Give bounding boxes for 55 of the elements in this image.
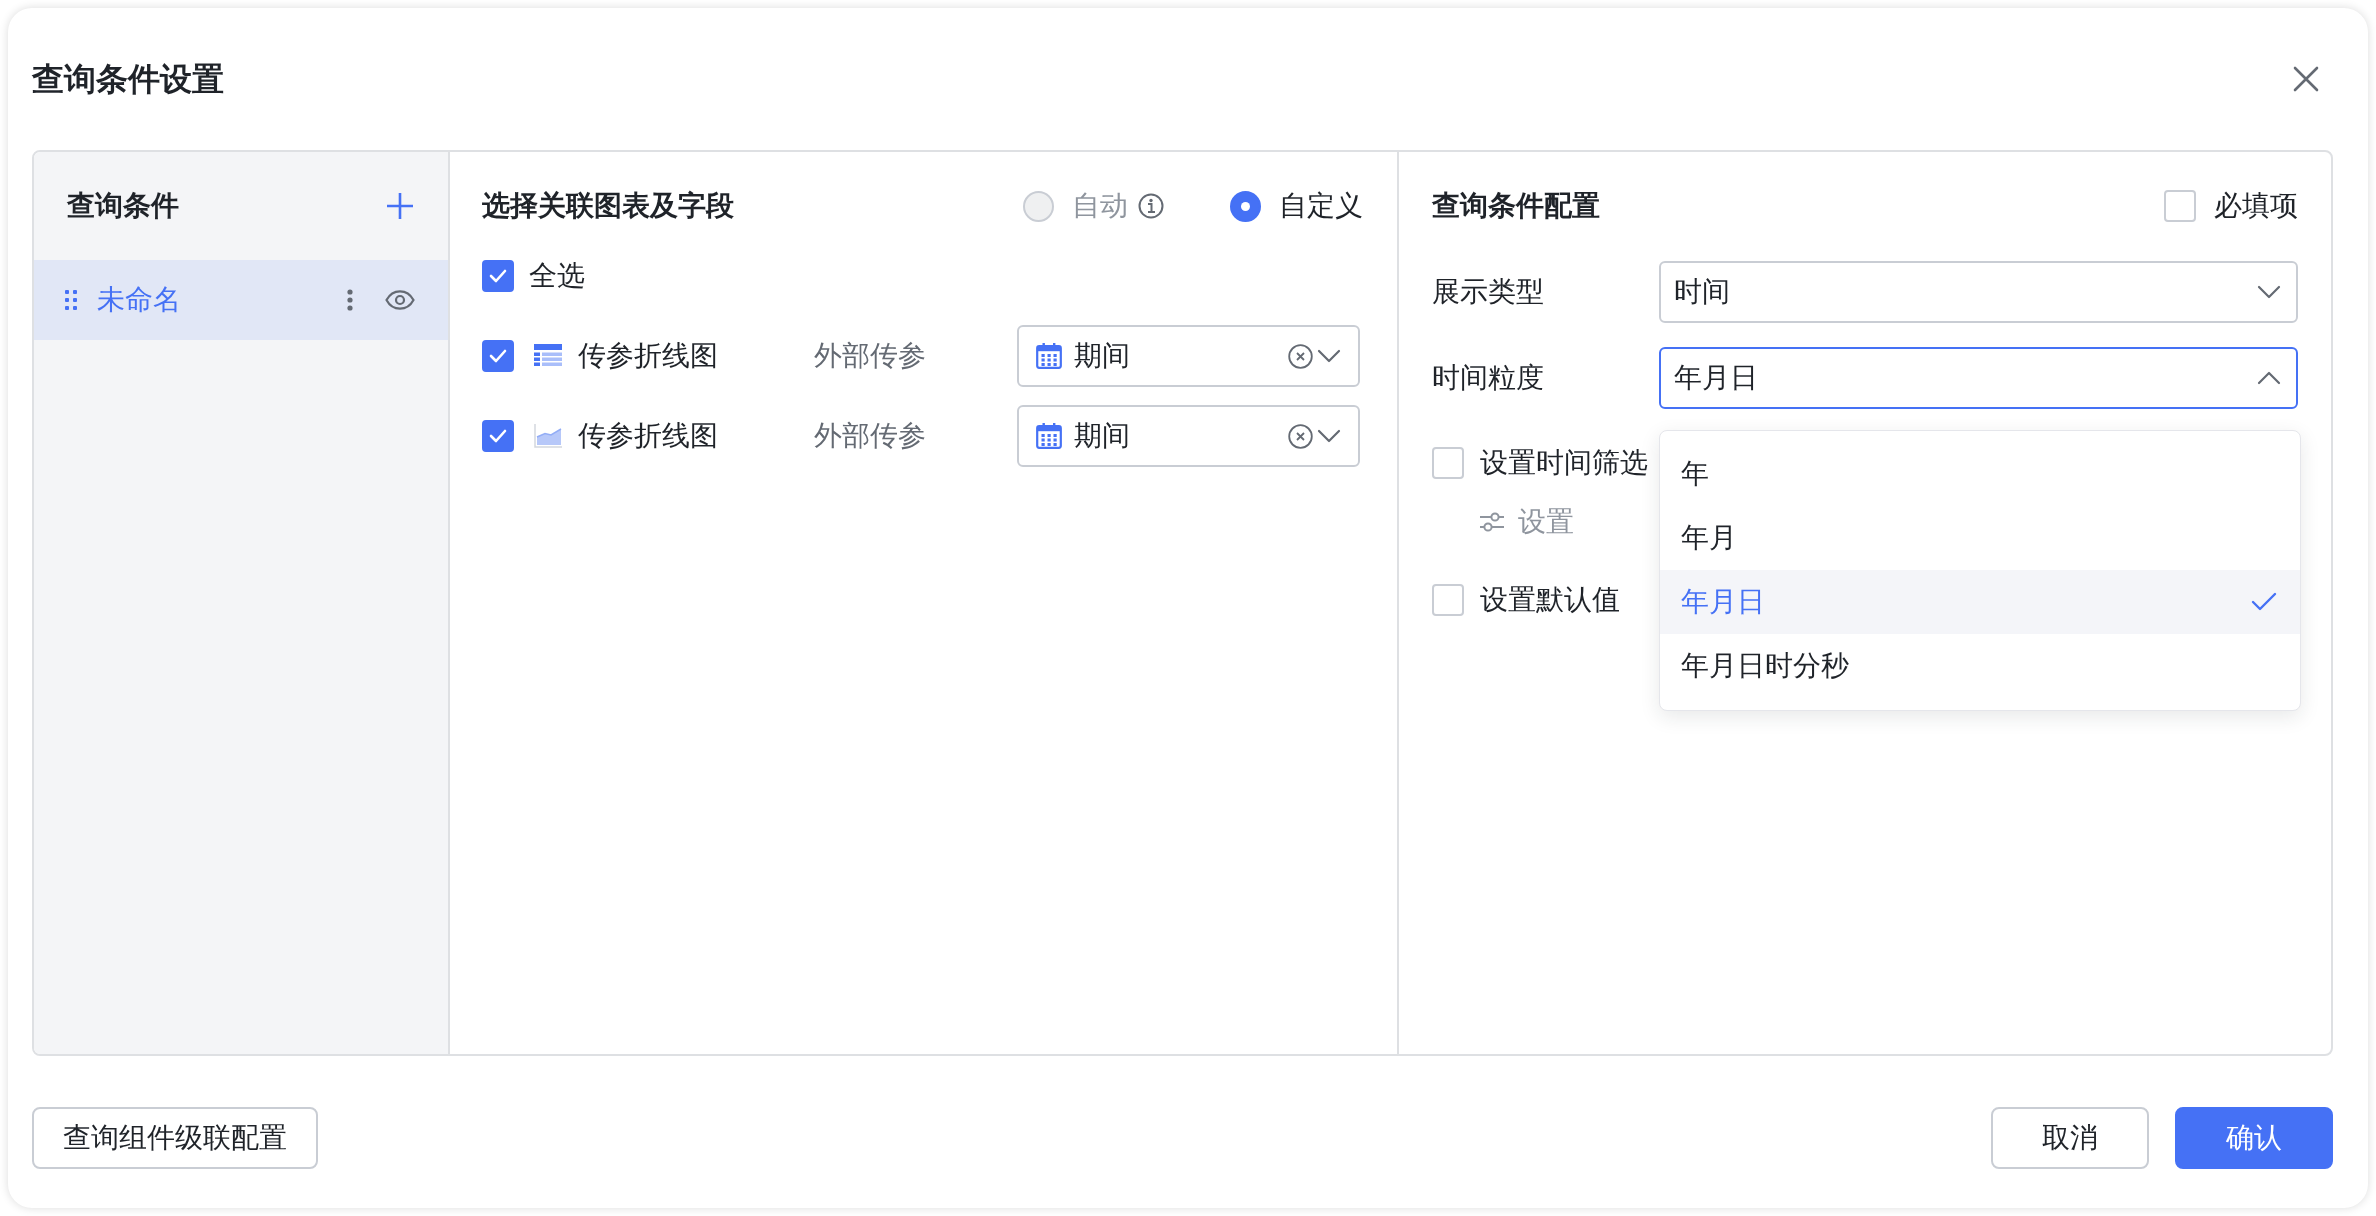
- plus-icon[interactable]: [386, 192, 414, 220]
- dropdown-option[interactable]: 年月日: [1660, 570, 2300, 634]
- dropdown-option[interactable]: 年: [1660, 442, 2300, 506]
- dropdown-option[interactable]: 年月: [1660, 506, 2300, 570]
- checkbox-label: 全选: [529, 258, 585, 294]
- checkbox[interactable]: [1432, 584, 1464, 616]
- chevron-down-icon[interactable]: [2257, 285, 2281, 299]
- chevron-down-icon[interactable]: [1317, 349, 1341, 363]
- confirm-button[interactable]: 确认: [2175, 1107, 2333, 1169]
- checkbox-label: 设置时间筛选: [1480, 445, 1648, 481]
- checkbox[interactable]: [2164, 190, 2196, 222]
- chart-name: 传参折线图: [578, 418, 718, 454]
- tick-icon: [489, 269, 507, 283]
- checkbox-label: 必填项: [2214, 188, 2298, 224]
- param-label: 外部传参: [814, 338, 926, 374]
- field-select[interactable]: 期间: [1017, 405, 1360, 467]
- panel-title: 查询条件配置: [1432, 188, 1600, 224]
- select-field[interactable]: 时间: [1659, 261, 2298, 323]
- tick-icon: [489, 349, 507, 363]
- condition-name: 未命名: [97, 282, 181, 318]
- radio-label: 自动: [1072, 188, 1128, 224]
- clear-icon[interactable]: [1288, 423, 1313, 449]
- field-label: 展示类型: [1432, 274, 1544, 310]
- cascade-config-button[interactable]: 查询组件级联配置: [32, 1107, 318, 1169]
- drag-handle-icon[interactable]: [65, 290, 77, 310]
- tick-icon: [489, 429, 507, 443]
- checkbox[interactable]: [482, 260, 514, 292]
- field-select[interactable]: 期间: [1017, 325, 1360, 387]
- checkbox-label: 设置默认值: [1480, 582, 1620, 618]
- param-label: 外部传参: [814, 418, 926, 454]
- clear-icon[interactable]: [1288, 343, 1313, 369]
- check-icon: [2251, 592, 2277, 612]
- table-icon: [534, 344, 562, 368]
- checkbox[interactable]: [1432, 447, 1464, 479]
- calendar-icon: [1036, 423, 1062, 449]
- calendar-icon: [1036, 343, 1062, 369]
- area-chart-icon: [534, 424, 562, 448]
- radio-button[interactable]: [1230, 190, 1261, 222]
- chevron-down-icon[interactable]: [1317, 429, 1341, 443]
- select-field[interactable]: 年月日: [1659, 347, 2298, 409]
- chevron-up-icon[interactable]: [2257, 371, 2281, 385]
- dialog-title: 查询条件设置: [32, 59, 224, 100]
- dropdown-option[interactable]: 年月日时分秒: [1660, 634, 2300, 698]
- checkbox[interactable]: [482, 420, 514, 452]
- panel-title: 选择关联图表及字段: [482, 188, 734, 224]
- field-label: 时间粒度: [1432, 360, 1544, 396]
- checkbox[interactable]: [482, 340, 514, 372]
- close-icon[interactable]: [2293, 66, 2319, 92]
- more-icon[interactable]: [347, 289, 353, 311]
- eye-icon[interactable]: [385, 290, 415, 310]
- cancel-button[interactable]: 取消: [1991, 1107, 2149, 1169]
- chart-name: 传参折线图: [578, 338, 718, 374]
- radio-label: 自定义: [1279, 188, 1363, 224]
- sliders-icon: [1480, 511, 1504, 533]
- panel-title: 查询条件: [67, 188, 179, 224]
